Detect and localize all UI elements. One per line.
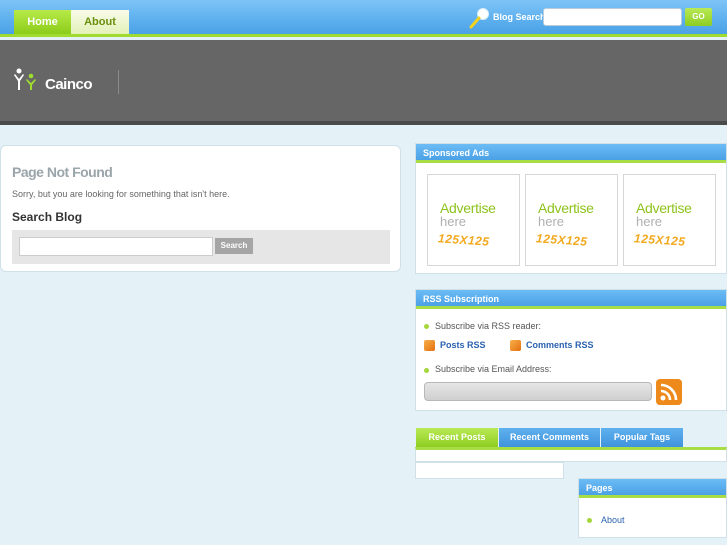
go-button[interactable]: GO xyxy=(685,8,712,26)
content-tabs: Recent Posts Recent Comments Popular Tag… xyxy=(415,428,727,449)
tab-content-panel xyxy=(415,462,564,479)
email-subscribe-text: Subscribe via Email Address: xyxy=(435,364,552,374)
posts-rss-link[interactable]: Posts RSS xyxy=(440,340,486,350)
not-found-message: Sorry, but you are looking for something… xyxy=(12,189,230,199)
ad-text-here: here xyxy=(440,214,467,229)
sponsored-ads-widget: Sponsored Ads Advertise here 125X125 Adv… xyxy=(415,143,727,274)
blog-search-label: Blog Search xyxy=(493,12,546,22)
ad-text-size: 125X125 xyxy=(437,231,490,249)
ad-text-here: here xyxy=(538,214,565,229)
nav-tab-about[interactable]: About xyxy=(71,10,129,34)
top-search-input[interactable] xyxy=(543,8,682,26)
tab-popular-tags[interactable]: Popular Tags xyxy=(601,428,683,447)
rss-feed-icon xyxy=(510,340,521,351)
ad-text-here: here xyxy=(636,214,663,229)
bullet-icon xyxy=(424,368,429,373)
ad-text-size: 125X125 xyxy=(535,231,588,249)
tab-recent-posts[interactable]: Recent Posts xyxy=(416,428,498,447)
rss-reader-text: Subscribe via RSS reader: xyxy=(435,321,542,331)
ad-banner-2[interactable]: Advertise here 125X125 xyxy=(525,174,618,266)
top-navigation-bar: Home About Blog Search GO xyxy=(0,0,727,37)
search-blog-heading: Search Blog xyxy=(12,210,83,224)
site-header: Cainco xyxy=(0,40,727,125)
blog-search-button[interactable]: Search xyxy=(215,238,253,254)
search-magnifier-icon xyxy=(469,8,489,29)
pages-title: Pages xyxy=(579,479,726,498)
ad-banner-1[interactable]: Advertise here 125X125 xyxy=(427,174,520,266)
blog-search-input[interactable] xyxy=(19,237,213,256)
comments-rss-link[interactable]: Comments RSS xyxy=(526,340,594,350)
bullet-icon xyxy=(587,518,592,523)
email-subscribe-input[interactable] xyxy=(424,382,652,401)
main-content-box: Page Not Found Sorry, but you are lookin… xyxy=(0,145,401,272)
rss-subscription-title: RSS Subscription xyxy=(416,290,726,309)
rss-subscription-widget: RSS Subscription Subscribe via RSS reade… xyxy=(415,289,727,411)
pages-widget: Pages About xyxy=(578,478,727,538)
tabs-content-bar xyxy=(415,447,727,462)
nav-tab-home[interactable]: Home xyxy=(14,10,71,34)
people-logo-icon xyxy=(14,68,36,90)
site-logo-text[interactable]: Cainco xyxy=(45,76,93,93)
sponsored-ads-title: Sponsored Ads xyxy=(416,144,726,163)
rss-subscribe-icon[interactable] xyxy=(656,379,682,405)
ad-banner-3[interactable]: Advertise here 125X125 xyxy=(623,174,716,266)
ad-text-size: 125X125 xyxy=(633,231,686,249)
rss-feed-icon xyxy=(424,340,435,351)
header-divider xyxy=(118,70,119,94)
page-link-about[interactable]: About xyxy=(601,515,625,525)
tab-recent-comments[interactable]: Recent Comments xyxy=(499,428,600,447)
bullet-icon xyxy=(424,324,429,329)
search-blog-panel: Search xyxy=(12,230,390,264)
page-title: Page Not Found xyxy=(12,164,113,180)
